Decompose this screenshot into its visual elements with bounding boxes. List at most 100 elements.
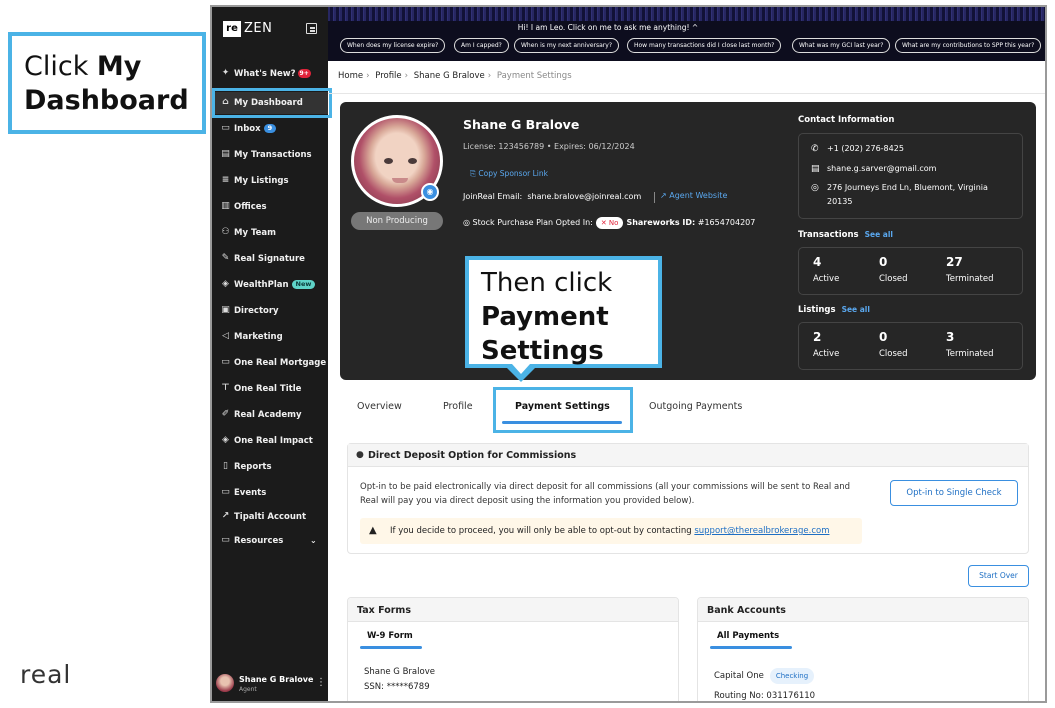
profile-card: ◉ Non Producing Shane G Bralove License:… [340,102,1036,380]
camera-icon[interactable]: ◉ [421,183,439,201]
breadcrumb-agent[interactable]: Shane G Bralove [414,71,485,81]
sidebar-item-my-listings[interactable]: ≡ My Listings [212,170,328,192]
team-icon: ⚇ [221,227,230,237]
external-link-icon: ↗ [221,511,230,521]
sidebar-item-one-real-mortgage[interactable]: ▭ One Real Mortgage [212,352,328,374]
more-options-icon[interactable]: ⋮ [316,677,326,688]
listings-stats: 2 Active 0 Closed 3 Terminated [798,322,1023,370]
dashboard-highlight-box [212,88,332,118]
calendar-icon: ▭ [221,487,230,497]
sidebar-item-real-signature[interactable]: ✎ Real Signature [212,248,328,270]
routing-number: Routing No: 031176110 [714,691,816,701]
signature-icon: ✎ [221,253,230,263]
tax-forms-title: Tax Forms [357,605,411,616]
user-icon: ● [356,450,364,460]
leo-chip[interactable]: When is my next anniversary? [514,38,620,53]
sidebar-item-directory[interactable]: ▣ Directory [212,300,328,322]
sidebar-collapse-icon[interactable] [306,23,317,34]
direct-deposit-title: Direct Deposit Option for Commissions [368,450,577,461]
sparkle-icon: ✦ [221,68,230,78]
tab-overview[interactable]: Overview [357,401,402,412]
sidebar-item-one-real-title[interactable]: ⊤ One Real Title [212,378,328,400]
agent-name: Shane G Bralove [463,117,580,132]
report-icon: ▯ [223,461,228,471]
agent-website-link[interactable]: ↗ Agent Website [660,191,727,200]
tab-w9-form[interactable]: W-9 Form [367,631,413,641]
contact-info-title: Contact Information [798,115,895,125]
bank-name: Capital One Checking [714,668,815,684]
sidebar-item-events[interactable]: ▭ Events [212,482,328,504]
opt-in-single-check-button[interactable]: Opt-in to Single Check [890,480,1018,506]
listings-title: Listings See all [798,305,870,315]
spp-no-pill: ✕ No [595,217,624,229]
breadcrumb-profile[interactable]: Profile [375,71,401,81]
academy-icon: ✐ [221,409,230,419]
tab-all-payments[interactable]: All Payments [717,631,779,641]
start-over-button[interactable]: Start Over [968,565,1029,587]
sidebar-item-offices[interactable]: ▥ Offices [212,196,328,218]
list-icon: ≡ [221,175,230,185]
sidebar-item-reports[interactable]: ▯ Reports [212,456,328,478]
transactions-see-all[interactable]: See all [865,230,893,239]
tab-profile[interactable]: Profile [443,401,473,412]
stock-purchase-plan: ◎ Stock Purchase Plan Opted In: ✕ No Share… [463,217,756,229]
directory-icon: ▣ [221,305,230,315]
payment-settings-highlight-box [493,387,633,433]
leo-assistant-bar: Hi! I am Leo. Click on me to ask me anyt… [328,7,1045,61]
building-icon: ▥ [221,201,230,211]
callout-click-payment-settings: Then click Payment Settings [465,256,662,368]
sidebar-item-real-academy[interactable]: ✐ Real Academy [212,404,328,426]
breadcrumb: Home › Profile › Shane G Bralove › Payment … [338,71,572,81]
status-badge: Non Producing [351,212,443,230]
leo-chip[interactable]: Am I capped? [454,38,509,53]
whats-new-item[interactable]: ✦ What's New? 9+ [212,63,328,85]
real-footer-logo: real [20,660,72,689]
external-link-icon: ↗ [660,191,670,200]
copy-sponsor-link[interactable]: ⎘ Copy Sponsor Link [470,169,548,179]
contact-info-box: ✆ +1 (202) 276-8425 ▤ shane.g.sarver@gmail… [798,133,1023,219]
leo-prompt[interactable]: Hi! I am Leo. Click on me to ask me anyt… [328,23,888,32]
callout-click-my-dashboard: Click My Dashboard [8,32,206,134]
megaphone-icon: ◁ [222,331,229,341]
folder-icon: ▭ [221,535,230,545]
support-email-link[interactable]: support@therealbrokerage.com [694,526,829,536]
wealth-icon: ◈ [222,279,229,289]
tax-form-ssn: SSN: *****6789 [364,682,430,692]
sidebar-item-tipalti-account[interactable]: ↗ Tipalti Account [212,506,328,528]
chevron-down-icon: ⌄ [310,536,317,545]
sidebar-item-wealthplan[interactable]: ◈ WealthPlan New [212,274,328,296]
leo-chip[interactable]: When does my license expire? [340,38,446,53]
leo-chip[interactable]: How many transactions did I close last m… [627,38,782,53]
id-card-icon: ▤ [811,164,820,174]
sidebar-item-one-real-impact[interactable]: ◈ One Real Impact [212,430,328,452]
sidebar-item-my-transactions[interactable]: ▤ My Transactions [212,144,328,166]
location-icon: ◎ [811,183,819,193]
leo-chip[interactable]: What was my GCI last year? [792,38,891,53]
title-icon: ⊤ [221,383,230,393]
callout-bold-text: Payment Settings [481,302,609,366]
sidebar-item-my-team[interactable]: ⚇ My Team [212,222,328,244]
impact-icon: ◈ [222,435,229,445]
clipboard-icon: ▤ [221,149,230,159]
leo-chip[interactable]: What are my contributions to SPP this ye… [895,38,1042,53]
breadcrumb-home[interactable]: Home [338,71,363,81]
tax-form-name: Shane G Bralove [364,667,435,677]
phone-icon: ✆ [811,144,819,154]
breadcrumb-current: Payment Settings [496,71,572,81]
listings-see-all[interactable]: See all [842,305,870,314]
direct-deposit-section: ● Direct Deposit Option for Commissions … [347,443,1029,554]
tab-outgoing-payments[interactable]: Outgoing Payments [649,401,742,412]
tax-forms-panel: Tax Forms W-9 Form Shane G Bralove SSN: … [347,597,679,701]
sidebar-item-marketing[interactable]: ◁ Marketing [212,326,328,348]
sidebar-user[interactable]: Shane G Bralove Agent ⋮ [216,671,328,697]
divider [328,93,1045,94]
joinreal-email: JoinReal Email: shane.bralove@joinreal.c… [463,192,642,201]
direct-deposit-description: Opt-in to be paid electronically via dir… [360,482,850,506]
rezen-logo[interactable]: re ZEN [223,21,273,37]
stock-icon: ◎ [463,218,473,227]
license-info: License: 123456789 • Expires: 06/12/2024 [463,142,635,151]
new-badge: New [291,280,316,289]
transactions-title: Transactions See all [798,230,893,240]
sidebar-item-resources[interactable]: ▭ Resources ⌄ [212,530,328,552]
sidebar-item-inbox[interactable]: ▭ Inbox 9 [212,118,328,140]
